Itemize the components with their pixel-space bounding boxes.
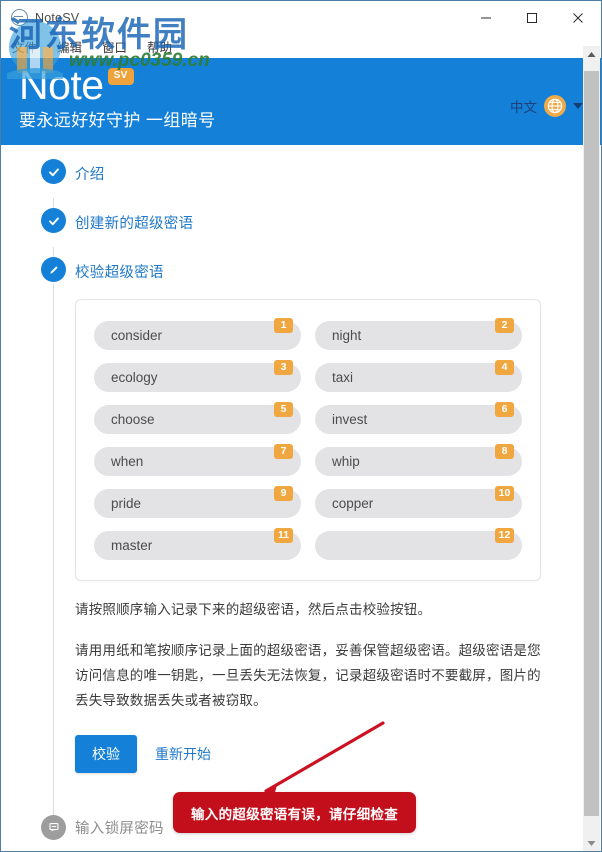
step-row-create: 创建新的超级密语 bbox=[1, 208, 601, 269]
menu-item-window[interactable]: 窗口 bbox=[99, 36, 130, 57]
verify-button[interactable]: 校验 bbox=[75, 735, 137, 773]
seed-word-slot[interactable]: taxi 4 bbox=[315, 360, 522, 392]
seed-word-index: 5 bbox=[274, 402, 293, 417]
brand-badge: SV bbox=[107, 68, 134, 85]
seed-word-slot[interactable]: invest 6 bbox=[315, 402, 522, 434]
step-row-verify: 校验超级密语 consider 1 night 2 ecology 3 taxi… bbox=[1, 257, 601, 815]
seed-word-slot[interactable]: copper 10 bbox=[315, 486, 522, 518]
seed-word-index: 4 bbox=[495, 360, 514, 375]
app-header: Note SV 要永远好好守护 一组暗号 中文 bbox=[1, 58, 601, 145]
title-bar: NoteSV bbox=[1, 1, 601, 34]
instruction-paragraph-1: 请按照顺序输入记录下来的超级密语，然后点击校验按钮。 bbox=[75, 602, 432, 617]
instruction-paragraph-2: 请用用纸和笔按顺序记录上面的超级密语，妥善保管超级密语。超级密语是您访问信息的唯… bbox=[75, 643, 541, 708]
seed-word-input[interactable]: night bbox=[315, 321, 522, 350]
step-row-intro: 介绍 bbox=[1, 159, 601, 220]
seed-word-index: 6 bbox=[495, 402, 514, 417]
window-title: NoteSV bbox=[35, 10, 80, 25]
seed-word-index: 10 bbox=[495, 486, 514, 501]
seed-word-input[interactable]: ecology bbox=[94, 363, 301, 392]
seed-word-slot[interactable]: master 11 bbox=[94, 528, 301, 560]
check-icon bbox=[41, 208, 66, 233]
seed-word-input[interactable]: when bbox=[94, 447, 301, 476]
seed-word-index: 8 bbox=[495, 444, 514, 459]
seed-word-slot[interactable]: consider 1 bbox=[94, 318, 301, 350]
seed-word-index: 11 bbox=[274, 528, 293, 543]
seed-word-input[interactable]: invest bbox=[315, 405, 522, 434]
restart-button[interactable]: 重新开始 bbox=[153, 738, 213, 770]
seed-word-input[interactable] bbox=[315, 531, 522, 560]
seed-word-index: 2 bbox=[495, 318, 514, 333]
seed-word-input[interactable]: copper bbox=[315, 489, 522, 518]
step-label-create-passphrase: 创建新的超级密语 bbox=[75, 215, 194, 232]
minimize-icon[interactable] bbox=[463, 1, 509, 34]
step-label-intro: 介绍 bbox=[75, 166, 105, 183]
seed-word-slot[interactable]: whip 8 bbox=[315, 444, 522, 476]
seed-word-input[interactable]: taxi bbox=[315, 363, 522, 392]
check-icon bbox=[41, 159, 66, 184]
menu-item-help[interactable]: 帮助 bbox=[144, 36, 175, 57]
main-content: 介绍 创建新的超级密语 校验超级密语 consider 1 night 2 ec… bbox=[1, 145, 601, 851]
seed-word-slot[interactable]: night 2 bbox=[315, 318, 522, 350]
seed-word-slot[interactable]: choose 5 bbox=[94, 402, 301, 434]
step-connector bbox=[53, 284, 54, 815]
seed-word-index: 12 bbox=[495, 528, 514, 543]
language-label: 中文 bbox=[510, 100, 537, 115]
brand-name: Note bbox=[19, 62, 104, 108]
seed-word-input[interactable]: choose bbox=[94, 405, 301, 434]
close-icon[interactable] bbox=[555, 1, 601, 34]
step-label-lock-password: 输入锁屏密码 bbox=[75, 820, 164, 837]
step-label-verify-passphrase: 校验超级密语 bbox=[75, 264, 164, 281]
seed-word-input[interactable]: whip bbox=[315, 447, 522, 476]
scroll-up-arrow-icon[interactable] bbox=[583, 46, 600, 63]
sidebar-item-intro[interactable]: 介绍 bbox=[1, 159, 601, 187]
seed-word-input[interactable]: master bbox=[94, 531, 301, 560]
seed-word-index: 7 bbox=[274, 444, 293, 459]
globe-icon bbox=[544, 95, 566, 117]
scroll-thumb[interactable] bbox=[584, 71, 599, 816]
maximize-icon[interactable] bbox=[509, 1, 555, 34]
application-window: NoteSV 文件 编辑 窗口 帮助 Note SV 要永远好好守护 一组暗号 … bbox=[0, 0, 602, 852]
seed-word-input[interactable]: consider bbox=[94, 321, 301, 350]
seed-word-slot[interactable]: ecology 3 bbox=[94, 360, 301, 392]
language-selector[interactable]: 中文 bbox=[510, 95, 583, 117]
menu-bar: 文件 编辑 窗口 帮助 bbox=[1, 34, 601, 58]
step-list: 介绍 创建新的超级密语 校验超级密语 consider 1 night 2 ec… bbox=[1, 145, 601, 841]
seed-word-grid: consider 1 night 2 ecology 3 taxi 4 choo… bbox=[94, 318, 522, 560]
seed-word-index: 3 bbox=[274, 360, 293, 375]
brand: Note SV bbox=[19, 58, 583, 109]
sidebar-item-verify-passphrase[interactable]: 校验超级密语 bbox=[1, 257, 601, 285]
error-toast: 输入的超级密语有误，请仔细检查 bbox=[173, 792, 416, 833]
pencil-icon bbox=[41, 257, 66, 282]
lock-keypad-icon bbox=[41, 814, 66, 840]
seed-word-slot[interactable]: when 7 bbox=[94, 444, 301, 476]
action-bar: 校验 重新开始 bbox=[75, 735, 601, 773]
vertical-scrollbar[interactable] bbox=[583, 46, 600, 851]
seed-word-slot[interactable]: 12 bbox=[315, 528, 522, 560]
header-subtitle: 要永远好好守护 一组暗号 bbox=[19, 111, 216, 130]
seed-word-index: 9 bbox=[274, 486, 293, 501]
seed-word-index: 1 bbox=[274, 318, 293, 333]
chevron-down-icon[interactable] bbox=[573, 103, 583, 109]
seed-word-input[interactable]: pride bbox=[94, 489, 301, 518]
sidebar-item-create-passphrase[interactable]: 创建新的超级密语 bbox=[1, 208, 601, 236]
menu-item-file[interactable]: 文件 bbox=[9, 36, 40, 57]
notesv-app-icon bbox=[11, 9, 28, 26]
seed-word-panel: consider 1 night 2 ecology 3 taxi 4 choo… bbox=[75, 299, 541, 581]
menu-item-edit[interactable]: 编辑 bbox=[54, 36, 85, 57]
verify-step-body: consider 1 night 2 ecology 3 taxi 4 choo… bbox=[1, 299, 601, 773]
scroll-down-arrow-icon[interactable] bbox=[583, 835, 600, 851]
seed-word-slot[interactable]: pride 9 bbox=[94, 486, 301, 518]
window-controls bbox=[463, 1, 601, 34]
